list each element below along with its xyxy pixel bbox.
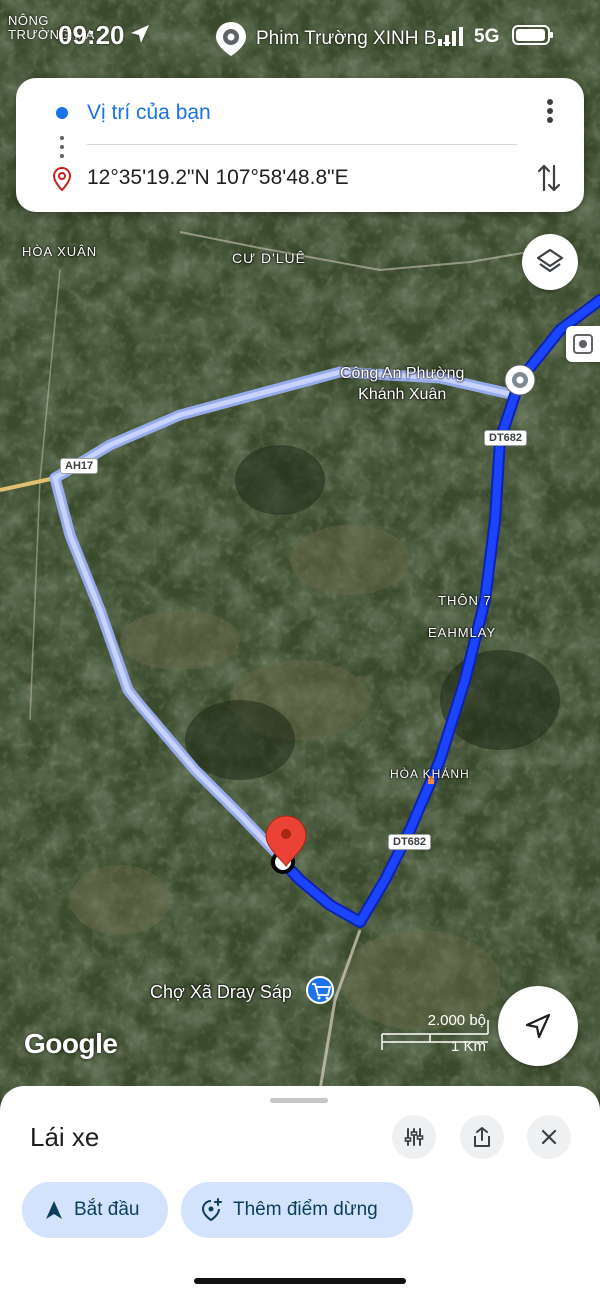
road-badge-dt682: DT682 [484,430,528,446]
scale-km: 1 Km [450,1038,486,1055]
close-button[interactable] [527,1115,571,1159]
directions-card: Vị trí của bạn 12°35'19.2"N 107°58'48.8"… [16,78,584,212]
add-stop-button[interactable]: Thêm điểm dừng [181,1182,413,1238]
divider [87,144,517,145]
destination-field[interactable]: 12°35'19.2"N 107°58'48.8"E [16,160,584,200]
destination-text: 12°35'19.2"N 107°58'48.8"E [87,166,349,189]
road-badge-dt682: DT682 [388,834,432,850]
map-label-cu-dlue: CƯ D'LUÊ [232,250,306,266]
place-pin-icon [52,166,72,192]
close-icon [541,1129,557,1145]
your-location-dot-icon [56,107,68,119]
status-place-name: Phim Trường XINH B... [256,28,453,49]
add-location-icon [201,1198,222,1222]
navigation-start-icon [46,1201,62,1219]
street-view-icon [573,334,593,354]
map-label-eahmlay: EAHMLAY [428,625,497,640]
more-vert-icon[interactable] [538,96,562,126]
home-indicator[interactable] [194,1278,406,1284]
map-scale: 2.000 bộ 1 Km [380,1012,492,1058]
start-button[interactable]: Bắt đầu [22,1182,168,1238]
status-bar: NÔNG TRƯỜNG MA 09:20 Phim Trường XINH B.… [0,0,600,70]
share-icon [474,1127,490,1147]
my-location-button[interactable] [498,986,578,1066]
navigation-arrow-icon [525,1013,551,1039]
tune-icon [404,1128,424,1146]
map-label-hoa-xuan: HÒA XUÂN [22,244,98,259]
sheet-drag-handle[interactable] [270,1098,328,1103]
road-badge-ah17: AH17 [60,458,99,474]
map-label-thon-7: THÔN 7 [438,593,492,608]
share-button[interactable] [460,1115,504,1159]
battery-icon [512,25,553,45]
bottom-sheet: Lái xe Bắt đầu Thêm điểm dừng [0,1086,600,1297]
travel-mode-title: Lái xe [30,1122,100,1152]
route-options-button[interactable] [392,1115,436,1159]
scale-feet: 2.000 bộ [427,1012,486,1029]
google-attribution: Google [24,1028,118,1059]
network-type: 5G [474,26,500,47]
map-label-cong-an[interactable]: Công An Phường Khánh Xuân [340,363,464,405]
map-label-hoa-khanh: HÒA KHÁNH [390,767,470,781]
add-stop-label: Thêm điểm dừng [233,1199,378,1220]
route-dots-icon [60,136,64,158]
status-time: 09:20 [58,20,125,50]
current-place-pin-icon [216,22,246,56]
origin-text: Vị trí của bạn [87,101,211,124]
street-view-button[interactable] [566,326,600,362]
map-label-market[interactable]: Chợ Xã Dray Sáp [150,982,292,1003]
layers-button[interactable] [522,234,578,290]
origin-field[interactable]: Vị trí của bạn [16,96,584,136]
signal-icon [438,27,463,46]
swap-icon[interactable] [536,162,562,194]
start-label: Bắt đầu [74,1199,140,1220]
layers-icon [536,248,564,273]
location-arrow-icon [131,25,149,43]
